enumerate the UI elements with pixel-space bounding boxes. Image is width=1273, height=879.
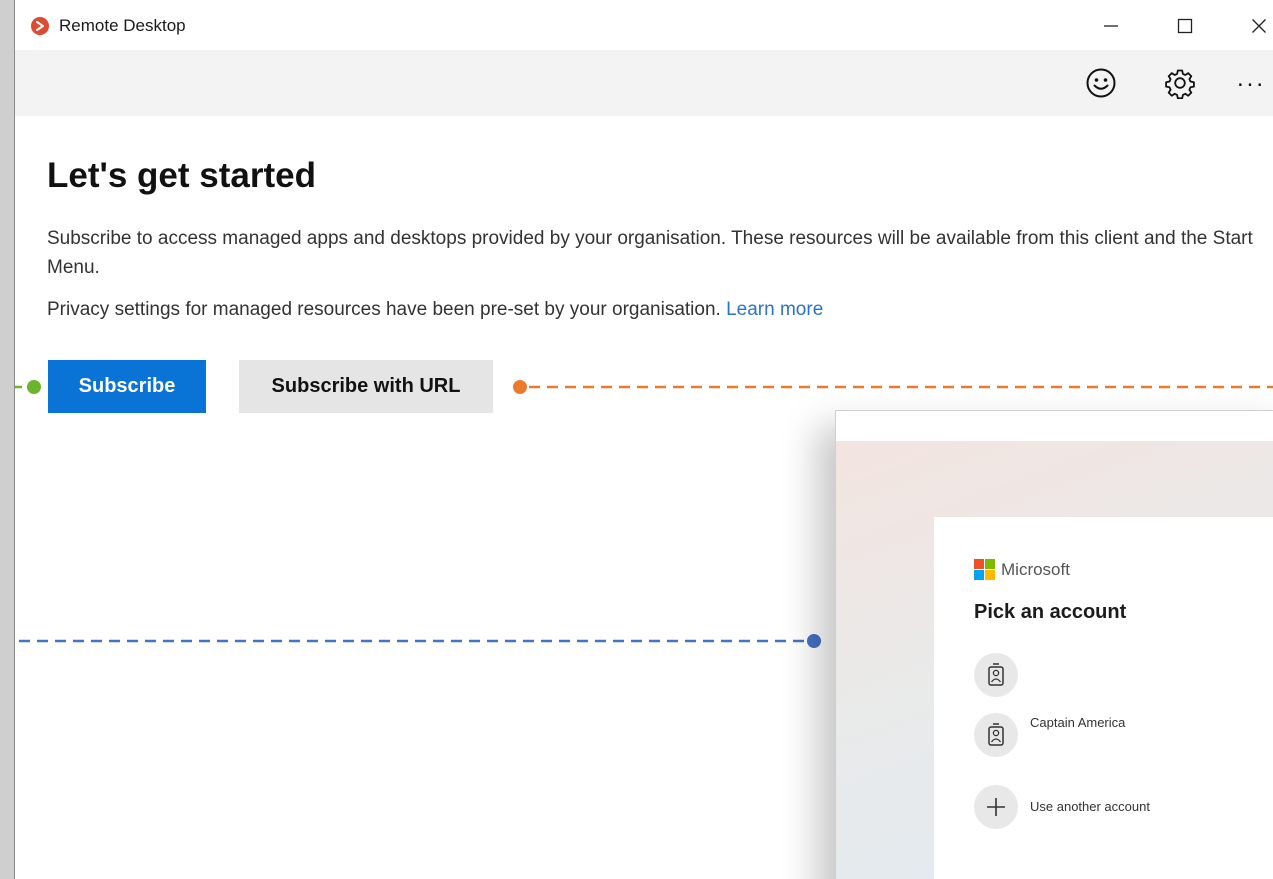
main-content: Let's get started Subscribe to access ma… <box>15 116 1273 879</box>
minimize-icon <box>1104 25 1118 27</box>
add-account-avatar <box>974 785 1018 829</box>
green-annotation-connector <box>15 380 41 394</box>
account-avatar <box>974 713 1018 757</box>
gear-icon <box>1165 69 1195 99</box>
maximize-button[interactable] <box>1167 12 1203 40</box>
account-picker-preview: Microsoft Pick an account Captain Americ… <box>835 410 1273 879</box>
account-picker-card: Microsoft Pick an account Captain Americ… <box>934 517 1273 879</box>
microsoft-logo: Microsoft <box>974 559 1070 580</box>
privacy-text: Privacy settings for managed resources h… <box>47 299 823 321</box>
maximize-icon <box>1177 18 1193 34</box>
pick-account-title: Pick an account <box>974 601 1127 623</box>
close-icon <box>1252 19 1266 33</box>
minimize-button[interactable] <box>1093 12 1129 40</box>
window-title: Remote Desktop <box>59 16 186 35</box>
close-button[interactable] <box>1241 12 1273 40</box>
account-option-captain-america[interactable]: Captain America <box>974 713 1273 757</box>
more-ellipsis-icon: ... <box>1237 65 1267 92</box>
use-another-account-option[interactable]: Use another account <box>974 785 1273 829</box>
microsoft-brand-text: Microsoft <box>1001 559 1070 579</box>
description-text: Subscribe to access managed apps and des… <box>47 228 1253 278</box>
feedback-smiley-icon <box>1086 68 1116 98</box>
badge-person-icon <box>988 663 1004 686</box>
title-bar: Remote Desktop <box>15 0 1273 50</box>
account-option[interactable] <box>974 653 1273 697</box>
account-avatar <box>974 653 1018 697</box>
privacy-text-content: Privacy settings for managed resources h… <box>47 299 721 320</box>
account-name: Captain America <box>1030 715 1126 730</box>
settings-button[interactable] <box>1160 63 1200 103</box>
learn-more-link[interactable]: Learn more <box>726 299 823 320</box>
subscribe-with-url-button[interactable]: Subscribe with URL <box>239 360 493 413</box>
use-another-account-label: Use another account <box>1030 799 1150 814</box>
toolbar: ... <box>15 50 1273 116</box>
subscribe-button[interactable]: Subscribe <box>48 360 206 413</box>
remote-desktop-window: Remote Desktop ... Let's get started Sub… <box>14 0 1273 879</box>
feedback-button[interactable] <box>1081 63 1121 103</box>
badge-person-icon <box>988 723 1004 746</box>
orange-annotation-connector <box>513 380 1273 394</box>
blue-annotation-connector <box>15 634 821 648</box>
plus-icon <box>987 798 1005 816</box>
page-title: Let's get started <box>47 156 316 195</box>
remote-desktop-app-icon <box>31 17 49 35</box>
more-options-button[interactable]: ... <box>1237 63 1273 103</box>
microsoft-logo-icon <box>974 559 995 580</box>
